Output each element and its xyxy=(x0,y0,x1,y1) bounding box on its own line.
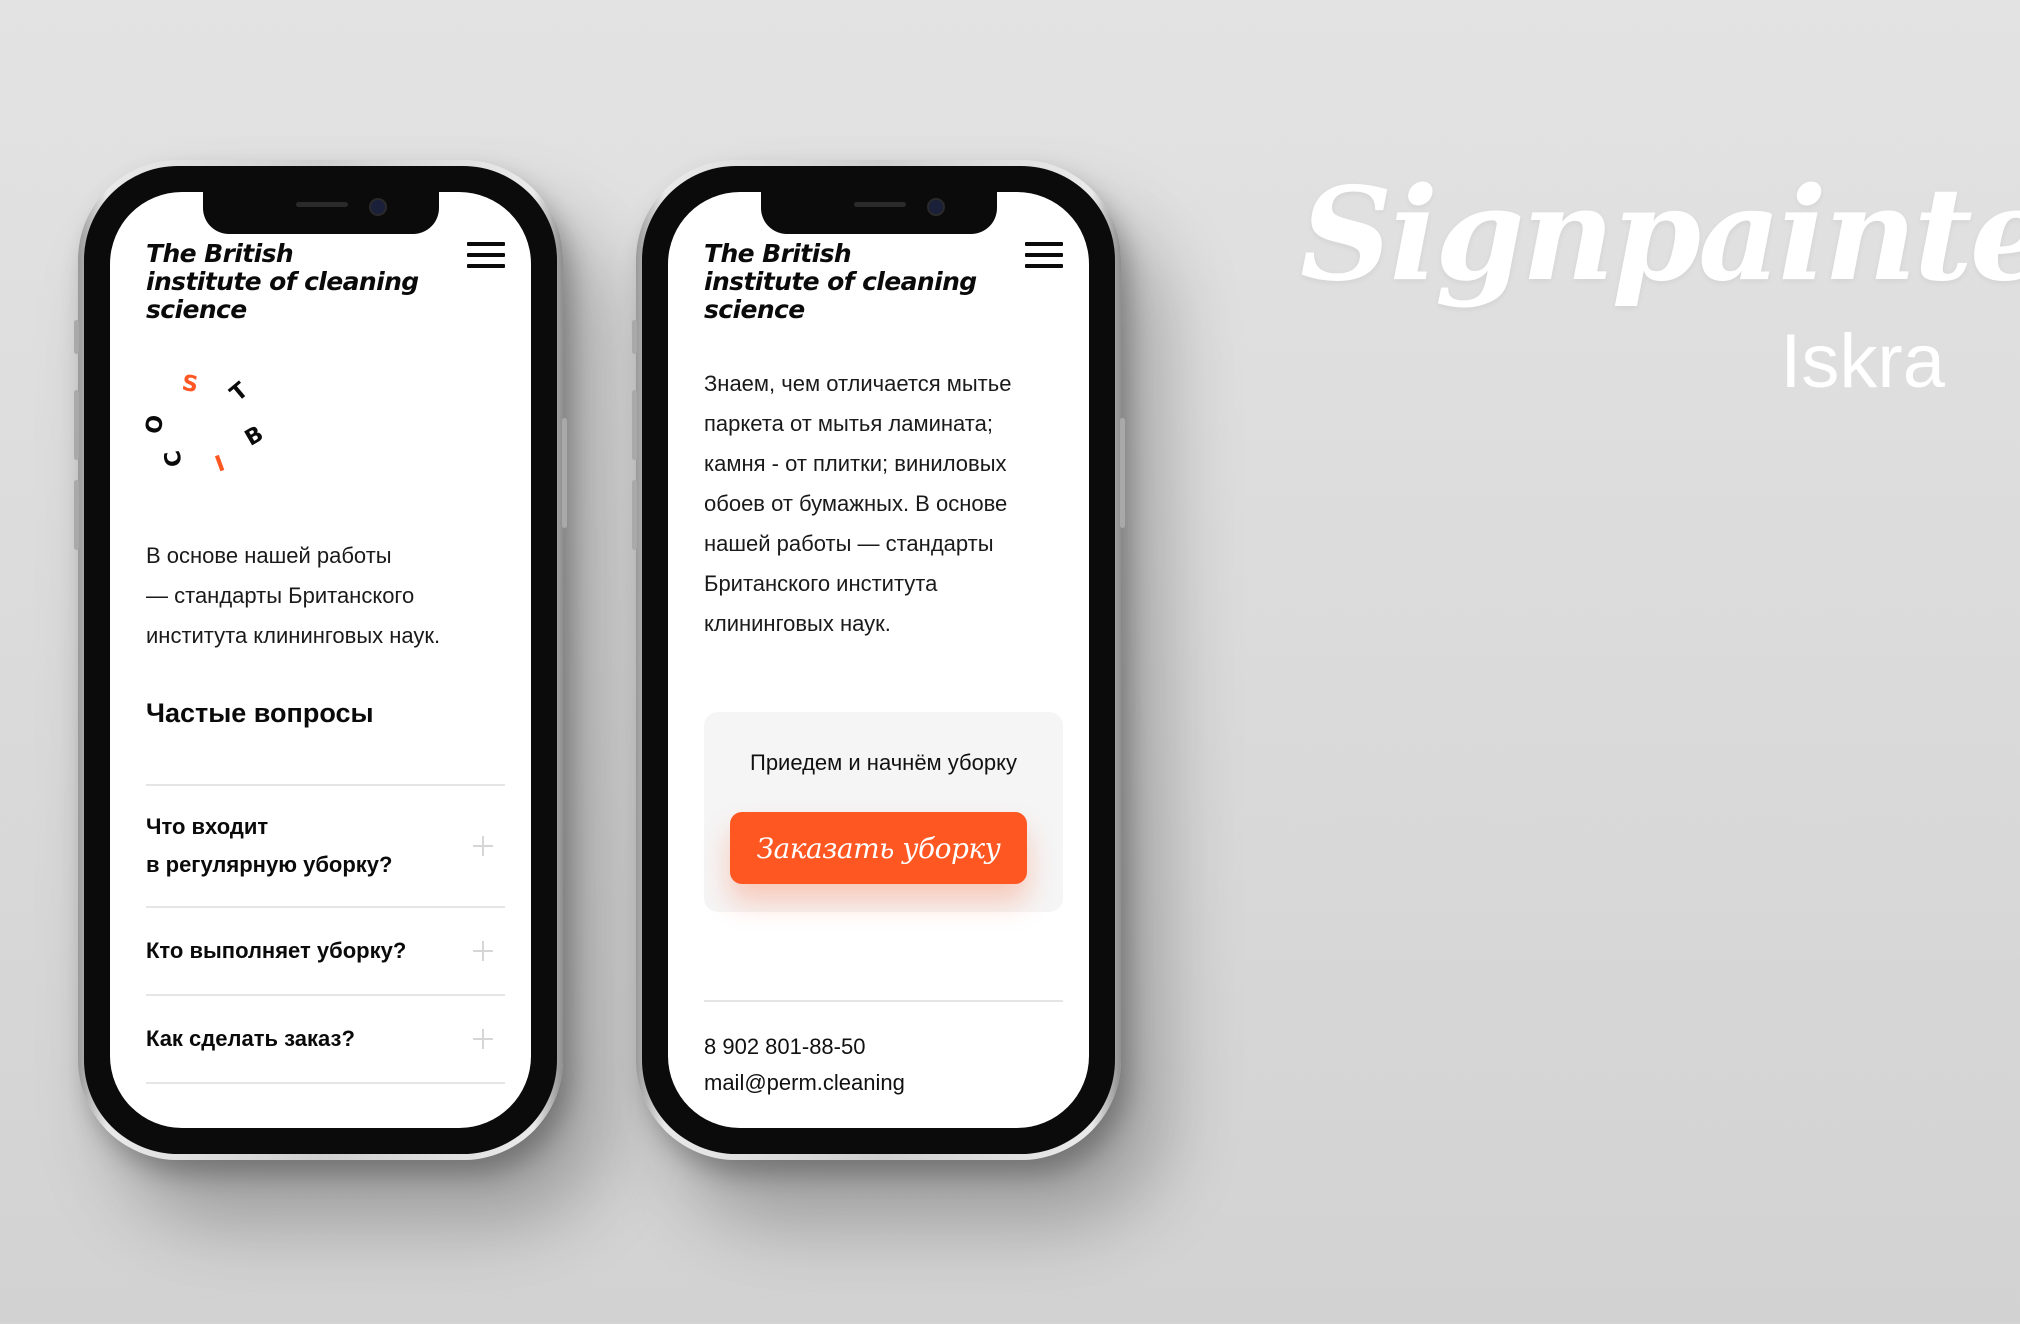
about-line: камня - от плитки; виниловых xyxy=(704,451,1007,476)
phone-mockup-left: The British institute of cleaning scienc… xyxy=(74,160,567,1160)
divider xyxy=(704,1000,1063,1002)
power-button xyxy=(1120,418,1125,528)
logo-line-2: institute of cleaning xyxy=(704,267,977,296)
phone-bezel: The British institute of cleaning scienc… xyxy=(84,166,557,1154)
scattered-letters-graphic: S T O B I C xyxy=(141,370,276,492)
phone-screen: The British institute of cleaning scienc… xyxy=(110,192,531,1128)
font-name-subtitle: Iskra xyxy=(1780,319,1945,404)
faq-question-line: Как сделать заказ? xyxy=(146,1026,355,1051)
about-line: Знаем, чем отличается мытье xyxy=(704,371,1012,396)
letter-i: I xyxy=(211,451,229,478)
logo-line-1: The British xyxy=(704,239,852,268)
phone-number-link[interactable]: 8 902 801-88-50 xyxy=(704,1034,865,1060)
faq-question-line: Что входит xyxy=(146,814,269,839)
faq-question: Что входит в регулярную уборку? xyxy=(146,808,505,884)
font-name-title: Signpainter xyxy=(1300,160,2020,310)
about-line: паркета от мытья ламината; xyxy=(704,411,993,436)
phone-bezel: The British institute of cleaning scienc… xyxy=(642,166,1115,1154)
order-cleaning-button[interactable]: Заказать уборку xyxy=(730,812,1027,884)
faq-question: Как сделать заказ? xyxy=(146,1020,505,1058)
about-line: нашей работы — стандарты xyxy=(704,531,994,556)
site-logo[interactable]: The British institute of cleaning scienc… xyxy=(704,240,977,324)
faq-list: Что входит в регулярную уборку? Кто выпо… xyxy=(146,784,505,1084)
about-text: Знаем, чем отличается мытье паркета от м… xyxy=(704,364,1011,644)
faq-question-line: Кто выполняет уборку? xyxy=(146,938,407,963)
phone-mockup-right: The British institute of cleaning scienc… xyxy=(632,160,1125,1160)
speaker-icon xyxy=(295,202,348,207)
letter-t: T xyxy=(225,378,254,407)
plus-icon[interactable] xyxy=(473,941,493,961)
intro-text: В основе нашей работы — стандарты Британ… xyxy=(146,536,440,656)
plus-icon[interactable] xyxy=(473,836,493,856)
plus-icon[interactable] xyxy=(473,1029,493,1049)
logo-line-1: The British xyxy=(146,239,294,268)
screen-content: The British institute of cleaning scienc… xyxy=(141,192,505,1128)
volume-down-button xyxy=(74,480,79,550)
site-logo[interactable]: The British institute of cleaning scienc… xyxy=(146,240,419,324)
letter-b: B xyxy=(240,421,268,452)
phone-screen: The British institute of cleaning scienc… xyxy=(668,192,1089,1128)
logo-line-3: science xyxy=(146,295,247,324)
faq-question-line: в регулярную уборку? xyxy=(146,852,393,877)
intro-line: — стандарты Британского xyxy=(146,583,415,608)
logo-line-2: institute of cleaning xyxy=(146,267,419,296)
notch xyxy=(760,192,997,234)
about-line: клининговых наук. xyxy=(704,611,891,636)
logo-line-3: science xyxy=(704,295,805,324)
letter-s: S xyxy=(179,370,200,399)
volume-up-button xyxy=(74,390,79,460)
hamburger-icon[interactable] xyxy=(467,242,505,270)
intro-line: института клининговых наук. xyxy=(146,623,441,648)
cta-card: Приедем и начнём уборку Заказать уборку xyxy=(704,712,1063,912)
faq-title: Частые вопросы xyxy=(146,698,374,728)
about-line: Британского института xyxy=(704,571,938,596)
faq-item-regular-cleaning[interactable]: Что входит в регулярную уборку? xyxy=(146,786,505,908)
screen-content: The British institute of cleaning scienc… xyxy=(704,192,1063,1128)
faq-question: Кто выполняет уборку? xyxy=(146,932,505,970)
speaker-icon xyxy=(853,202,906,207)
silent-switch xyxy=(632,320,637,354)
volume-up-button xyxy=(632,390,637,460)
intro-line: В основе нашей работы xyxy=(146,543,392,568)
faq-item-who-cleans[interactable]: Кто выполняет уборку? xyxy=(146,908,505,996)
letter-c: C xyxy=(160,448,188,469)
power-button xyxy=(562,418,567,528)
silent-switch xyxy=(74,320,79,354)
camera-icon xyxy=(368,198,387,216)
about-line: обоев от бумажных. В основе xyxy=(704,491,1008,516)
notch xyxy=(202,192,439,234)
hamburger-icon[interactable] xyxy=(1025,242,1063,270)
volume-down-button xyxy=(632,480,637,550)
camera-icon xyxy=(926,198,945,216)
cta-text: Приедем и начнём уборку xyxy=(750,750,1017,775)
email-link[interactable]: mail@perm.cleaning xyxy=(704,1070,905,1096)
faq-item-how-to-order[interactable]: Как сделать заказ? xyxy=(146,996,505,1084)
letter-o: O xyxy=(141,413,170,436)
